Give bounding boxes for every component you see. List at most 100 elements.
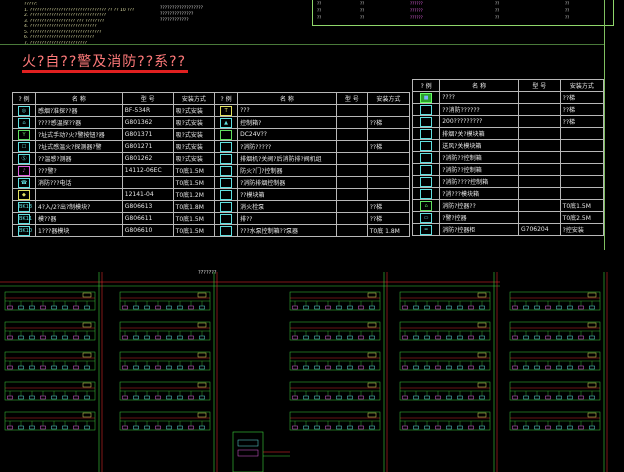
legend-model <box>518 163 561 176</box>
device-symbol-icon <box>545 425 551 430</box>
device-symbol-icon <box>556 335 562 340</box>
device-symbol-icon <box>347 305 353 310</box>
design-notes-mid: ????????????????????????????????????????… <box>160 6 280 24</box>
device-symbol-icon <box>166 335 172 340</box>
device-symbol-icon <box>435 305 441 310</box>
device-symbol-icon <box>424 365 430 370</box>
column-header: 名 称 <box>439 79 520 92</box>
legend-row: ♪ ???警? 14112-06EC T0底1.5M 防火?门?控制器 <box>12 164 411 177</box>
schedule-cell: ?? <box>360 1 365 6</box>
column-header: 安装方式 <box>559 79 605 92</box>
device-symbol-icon <box>446 335 452 340</box>
device-symbol-icon <box>51 395 57 400</box>
legend-symbol <box>214 188 239 201</box>
device-symbol-icon <box>413 425 419 430</box>
legend-model: 12141-04 <box>121 188 174 201</box>
legend-model <box>335 116 368 129</box>
device-symbol-icon <box>358 425 364 430</box>
device-symbol-icon <box>336 365 342 370</box>
legend-symbol <box>411 139 441 152</box>
device-symbol-icon <box>578 395 584 400</box>
device-symbol-icon <box>18 335 24 340</box>
legend-mount: T0底 1.8M <box>366 224 411 237</box>
device-symbol-icon <box>84 335 90 340</box>
legend-mount: ??梯 <box>559 103 605 116</box>
legend-mount <box>559 175 605 188</box>
device-symbol-icon <box>73 365 79 370</box>
device-symbol-icon <box>220 153 233 164</box>
page-title: 火?自??警及消防??系?? <box>22 54 187 70</box>
device-symbol-icon <box>292 335 298 340</box>
device-symbol-icon <box>314 425 320 430</box>
device-symbol-icon <box>369 305 375 310</box>
legend-model: G806613 <box>121 200 174 213</box>
device-symbol-icon <box>122 395 128 400</box>
legend-name: ?消防排烟控制器 <box>237 176 337 189</box>
device-symbol-icon: Y <box>17 129 30 140</box>
schedule-row: ?????????????? <box>315 8 611 14</box>
floor-module-icon <box>587 412 597 418</box>
legend-row: Y ?址式手动?火?警按钮?器 G801371 吸?式安装 DC24V?? <box>12 128 411 141</box>
legend-mount <box>366 176 411 189</box>
device-symbol-icon <box>314 395 320 400</box>
device-symbol-icon <box>84 395 90 400</box>
device-symbol-icon <box>62 335 68 340</box>
device-symbol-icon <box>122 305 128 310</box>
device-symbol-icon <box>457 395 463 400</box>
device-symbol-icon <box>177 365 183 370</box>
device-symbol-icon <box>51 365 57 370</box>
device-symbol-icon <box>446 425 452 430</box>
device-symbol-icon <box>446 305 452 310</box>
legend-name: ?消防??控制箱 <box>439 163 520 176</box>
legend-mount: T0底1.2M <box>172 188 216 201</box>
device-symbol-icon <box>18 365 24 370</box>
device-symbol-icon <box>18 395 24 400</box>
legend-mount <box>366 152 411 165</box>
legend-row: ◎ 感烟?准探??器 BF-534R 吸?式安装 T??? <box>12 104 411 117</box>
legend-model: G801371 <box>121 128 174 141</box>
legend-name: 200????????? <box>439 115 520 128</box>
device-symbol-icon <box>512 335 518 340</box>
device-symbol-icon <box>155 335 161 340</box>
device-symbol-icon <box>29 365 35 370</box>
control-panel-module <box>237 449 259 457</box>
device-symbol-icon <box>199 335 205 340</box>
device-symbol-icon <box>7 395 13 400</box>
legend-symbol: ═ <box>411 223 441 236</box>
device-symbol-icon: ⌂ <box>420 200 433 211</box>
device-symbol-icon <box>51 425 57 430</box>
legend-name: 1???器模块 <box>34 224 123 237</box>
device-symbol-icon <box>7 305 13 310</box>
legend-symbol: ♪ <box>12 164 36 177</box>
device-symbol-icon <box>177 395 183 400</box>
legend-model <box>335 104 368 117</box>
control-panel-module <box>237 439 259 447</box>
legend-mount: 吸?式安装 <box>172 140 216 153</box>
floor-module-icon <box>197 292 207 298</box>
legend-mount <box>559 139 605 152</box>
device-symbol-icon <box>7 335 13 340</box>
legend-model: G806611 <box>121 212 174 225</box>
legend-symbol: T <box>214 104 239 117</box>
legend-symbol <box>214 164 239 177</box>
device-symbol-icon <box>468 365 474 370</box>
device-symbol-icon <box>556 305 562 310</box>
legend-model <box>518 139 561 152</box>
device-symbol-icon <box>325 395 331 400</box>
device-symbol-icon <box>420 116 433 127</box>
device-symbol-icon <box>589 305 595 310</box>
floor-module-icon <box>587 382 597 388</box>
legend-symbol: BK10 <box>12 224 36 237</box>
legend-symbol: ■ <box>411 91 441 104</box>
legend-model: G706204 <box>518 223 561 236</box>
device-symbol-icon: ◆ <box>17 189 30 200</box>
legend-mount: T0底1.5M <box>559 199 605 212</box>
legend-name: ?警?控器 <box>439 211 520 224</box>
device-symbol-icon <box>589 335 595 340</box>
legend-symbol <box>214 140 239 153</box>
device-symbol-icon <box>292 425 298 430</box>
device-symbol-icon <box>567 425 573 430</box>
legend-name: 4?入/2?出?制模块? <box>34 200 123 213</box>
schedule-cell: ?? <box>360 15 365 20</box>
device-symbol-icon <box>166 395 172 400</box>
